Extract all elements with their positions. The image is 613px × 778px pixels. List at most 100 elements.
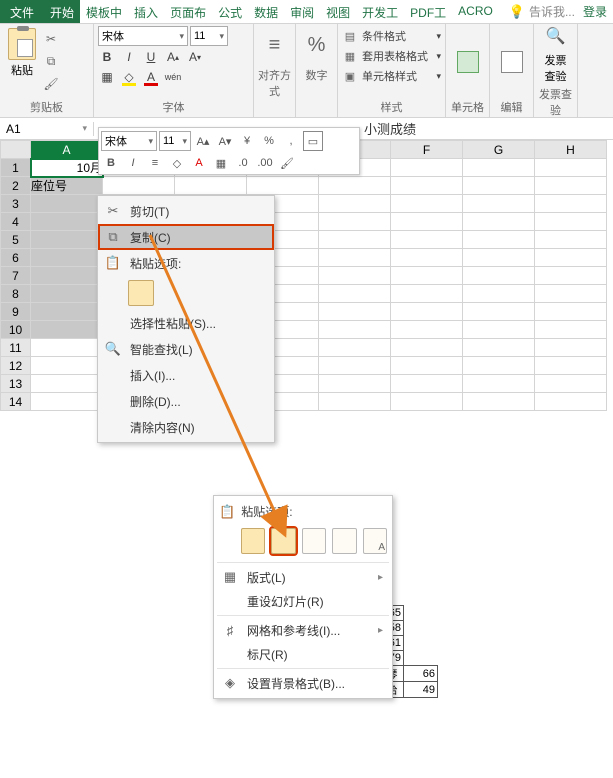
mini-percent[interactable]: % — [259, 131, 279, 151]
ctx2-ruler[interactable]: 标尺(R) — [217, 642, 389, 666]
mini-comma[interactable]: , — [281, 131, 301, 151]
ctx-smart-lookup[interactable]: 🔍智能查找(L) — [98, 336, 274, 362]
row-header[interactable]: 3 — [1, 195, 31, 213]
cell-a2[interactable]: 座位号 — [31, 177, 103, 195]
mini-format-painter[interactable]: 🖌 — [277, 153, 297, 173]
col-header-h[interactable]: H — [535, 141, 607, 159]
tab-acro[interactable]: ACRO — [452, 0, 499, 23]
login-link[interactable]: 登录 — [583, 3, 607, 20]
mini-bold[interactable]: B — [101, 153, 121, 173]
name-box[interactable]: A1▾ — [0, 122, 94, 136]
mini-grow-font[interactable]: A▴ — [193, 131, 213, 151]
tab-review[interactable]: 审阅 — [284, 0, 320, 23]
paste-keep-source[interactable] — [241, 528, 265, 554]
table-format-button[interactable]: ▦套用表格格式▾ — [342, 46, 441, 66]
ctx2-bg-format[interactable]: ◈设置背景格式(B)... — [217, 671, 389, 695]
row-header[interactable]: 10 — [1, 321, 31, 339]
ctx-cut[interactable]: ✂剪切(T) — [98, 198, 274, 224]
font-size-combo[interactable]: 11▾ — [190, 26, 228, 46]
col-header-f[interactable]: F — [391, 141, 463, 159]
font-name-combo[interactable]: 宋体▾ — [98, 26, 188, 46]
ctx2-grid[interactable]: ♯网格和参考线(I)...▸ — [217, 618, 389, 642]
cond-format-button[interactable]: ▤条件格式▾ — [342, 26, 441, 46]
row-header[interactable]: 14 — [1, 393, 31, 411]
italic-button[interactable]: I — [120, 48, 138, 66]
row-header[interactable]: 7 — [1, 267, 31, 285]
mini-border[interactable]: ▦ — [211, 153, 231, 173]
row-header[interactable]: 1 — [1, 159, 31, 177]
tab-file[interactable]: 文件 — [0, 0, 44, 23]
phonetic-button[interactable]: wén — [164, 68, 182, 86]
ctx2-reset-slide[interactable]: 重设幻灯片(R) — [217, 589, 389, 613]
paste-option-default[interactable] — [128, 280, 154, 306]
mini-color[interactable]: A — [189, 153, 209, 173]
ctx-clear[interactable]: 清除内容(N) — [98, 414, 274, 440]
mini-align[interactable]: ≡ — [145, 153, 165, 173]
ctx-paste-options-label: 📋粘贴选项: — [98, 250, 274, 276]
group-label-number: 数字 — [300, 65, 333, 85]
mini-currency[interactable]: ¥ — [237, 131, 257, 151]
paste-picture[interactable] — [332, 528, 356, 554]
tab-insert[interactable]: 插入 — [128, 0, 164, 23]
shrink-font-button[interactable]: A▾ — [186, 48, 204, 66]
group-label-align: 对齐方式 — [258, 65, 291, 101]
row-header[interactable]: 5 — [1, 231, 31, 249]
fill-color-button[interactable]: ◇ — [120, 68, 138, 86]
group-label-clipboard: 剪贴板 — [4, 97, 89, 117]
mini-merge[interactable]: ▭ — [303, 131, 323, 151]
cell-a1[interactable]: 10月 — [31, 159, 103, 177]
row-header[interactable]: 6 — [1, 249, 31, 267]
row-header[interactable]: 9 — [1, 303, 31, 321]
mini-dec-dec[interactable]: .00 — [255, 153, 275, 173]
col-header-a[interactable]: A — [31, 141, 103, 159]
ctx-delete[interactable]: 删除(D)... — [98, 388, 274, 414]
ctx2-layout[interactable]: ▦版式(L)▸ — [217, 565, 389, 589]
select-all-triangle[interactable] — [1, 141, 31, 159]
paste-use-dest[interactable] — [271, 528, 295, 554]
paste-text-only[interactable]: A — [363, 528, 387, 554]
copy-button[interactable]: ⧉ — [40, 52, 62, 70]
tab-view[interactable]: 视图 — [320, 0, 356, 23]
row-header[interactable]: 4 — [1, 213, 31, 231]
tab-layout[interactable]: 页面布 — [164, 0, 212, 23]
tab-home[interactable]: 开始 — [44, 0, 80, 23]
row-header[interactable]: 8 — [1, 285, 31, 303]
row-header[interactable]: 2 — [1, 177, 31, 195]
tab-dev[interactable]: 开发工 — [356, 0, 404, 23]
number-format-icon[interactable]: % — [308, 34, 326, 57]
mini-fill[interactable]: ◇ — [167, 153, 187, 173]
row-header[interactable]: 11 — [1, 339, 31, 357]
border-button[interactable]: ▦ — [98, 68, 116, 86]
mini-size-combo[interactable]: 11▾ — [159, 131, 191, 151]
mini-font-combo[interactable]: 宋体▾ — [101, 131, 157, 151]
mini-italic[interactable]: I — [123, 153, 143, 173]
grow-font-button[interactable]: A▴ — [164, 48, 182, 66]
tab-formula[interactable]: 公式 — [212, 0, 248, 23]
paste-embed[interactable] — [302, 528, 326, 554]
row-header[interactable]: 13 — [1, 375, 31, 393]
format-painter-button[interactable]: 🖌 — [40, 75, 62, 93]
cut-button[interactable]: ✂ — [40, 30, 62, 48]
mini-dec-inc[interactable]: .0 — [233, 153, 253, 173]
tab-pdf[interactable]: PDF工 — [404, 0, 452, 23]
ctx-copy[interactable]: ⧉复制(C) — [98, 224, 274, 250]
paste-button[interactable]: 粘贴 — [4, 26, 40, 97]
ctx-insert[interactable]: 插入(I)... — [98, 362, 274, 388]
row-header[interactable]: 12 — [1, 357, 31, 375]
bold-button[interactable]: B — [98, 48, 116, 66]
cell-style-button[interactable]: ▣单元格样式▾ — [342, 66, 441, 86]
tab-template[interactable]: 模板中 — [80, 0, 128, 23]
context-menu: ✂剪切(T) ⧉复制(C) 📋粘贴选项: 选择性粘贴(S)... 🔍智能查找(L… — [97, 195, 275, 443]
underline-button[interactable]: U — [142, 48, 160, 66]
ctx-paste-special[interactable]: 选择性粘贴(S)... — [98, 310, 274, 336]
invoice-button[interactable]: 🔍 发票查验 — [538, 26, 573, 84]
font-color-button[interactable]: A — [142, 68, 160, 86]
edit-icon[interactable] — [501, 51, 523, 73]
col-header-g[interactable]: G — [463, 141, 535, 159]
cells-icon[interactable] — [457, 51, 479, 73]
spreadsheet-grid[interactable]: A B C D E F G H 110月 2座位号 3 4 5 6 7 8 9 … — [0, 140, 613, 411]
tell-me[interactable]: 告诉我... — [529, 3, 575, 20]
tab-data[interactable]: 数据 — [248, 0, 284, 23]
mini-shrink-font[interactable]: A▾ — [215, 131, 235, 151]
align-icon[interactable]: ≡ — [269, 34, 281, 57]
